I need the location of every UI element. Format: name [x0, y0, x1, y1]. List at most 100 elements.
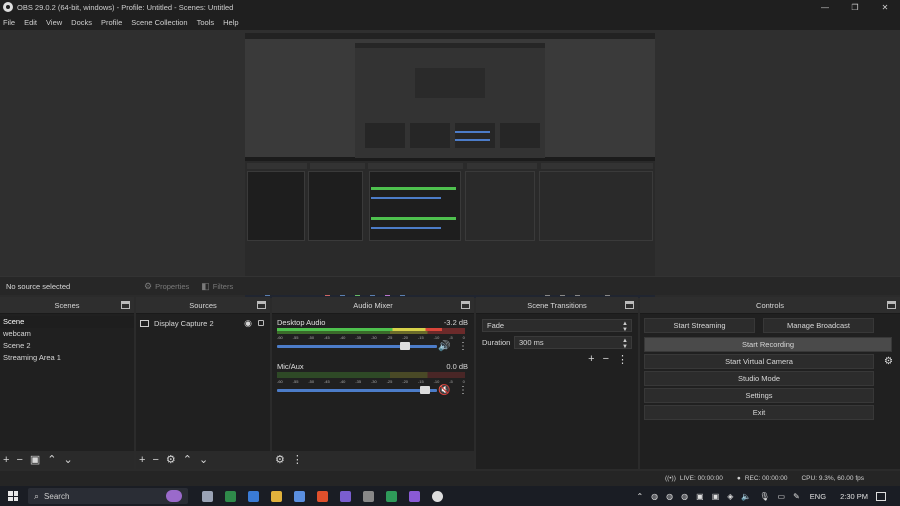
muted-speaker-icon[interactable]: 🔇	[438, 385, 450, 396]
move-down-icon[interactable]: ⌄	[64, 454, 73, 466]
menu-view[interactable]: View	[46, 18, 62, 27]
volume-slider[interactable]	[277, 386, 437, 394]
excel-icon[interactable]	[225, 490, 236, 502]
pen-icon[interactable]: ✎	[793, 492, 800, 501]
move-down-icon[interactable]: ⌄	[199, 454, 208, 466]
notification-icon[interactable]	[876, 491, 886, 501]
start-streaming-button[interactable]: Start Streaming	[644, 318, 755, 333]
menu-docks[interactable]: Docks	[71, 18, 92, 27]
tray-icon[interactable]: ▣	[712, 492, 720, 501]
chevron-up-icon[interactable]: ⌃	[636, 492, 643, 501]
add-scene-icon[interactable]: +	[3, 454, 9, 466]
menu-tools[interactable]: Tools	[197, 18, 215, 27]
menu-profile[interactable]: Profile	[101, 18, 122, 27]
filter-icon: ◧	[201, 280, 210, 291]
tray-icon[interactable]: ◈	[727, 492, 733, 501]
app-icon[interactable]	[386, 490, 397, 502]
menu-help[interactable]: Help	[223, 18, 238, 27]
more-options-icon[interactable]: ⋮	[458, 341, 468, 352]
sources-title: Sources	[189, 300, 217, 310]
exit-button[interactable]: Exit	[644, 405, 874, 420]
undock-icon[interactable]	[625, 301, 634, 309]
advanced-audio-icon[interactable]: ⚙	[275, 454, 285, 466]
properties-button[interactable]: ⚙ Properties	[144, 281, 189, 292]
app-icon[interactable]	[409, 490, 420, 502]
speaker-icon[interactable]: 🔊	[438, 341, 450, 352]
clock[interactable]: 2:30 PM	[840, 492, 868, 501]
more-options-icon[interactable]: ⋮	[292, 454, 303, 466]
mail-icon[interactable]	[248, 490, 259, 502]
studio-mode-button[interactable]: Studio Mode	[644, 371, 874, 386]
app-icon[interactable]	[363, 490, 374, 502]
scene-item[interactable]: webcam	[0, 328, 134, 340]
start-button[interactable]	[4, 486, 22, 506]
gear-icon[interactable]: ⚙	[884, 356, 893, 367]
scene-item[interactable]: Scene	[0, 316, 134, 328]
window-controls: — ❐ ✕	[810, 0, 900, 14]
controls-title: Controls	[756, 300, 784, 310]
transition-select[interactable]: Fade ▲ ▼	[482, 319, 632, 333]
source-item[interactable]: Display Capture 2 ◉	[136, 316, 270, 330]
move-up-icon[interactable]: ⌃	[183, 454, 192, 466]
preview-area[interactable]	[0, 30, 900, 298]
more-options-icon[interactable]: ⋮	[458, 385, 468, 396]
start-recording-button[interactable]: Start Recording	[644, 337, 892, 352]
file-explorer-icon[interactable]	[271, 490, 282, 502]
move-up-icon[interactable]: ⌃	[47, 454, 56, 466]
scene-item[interactable]: Streaming Area 1	[0, 352, 134, 364]
app-icon[interactable]	[340, 490, 351, 502]
source-name: Display Capture 2	[154, 318, 214, 328]
mixer-channel-mic: Mic/Aux 0.0 dB -60 -55 -50 -45 -40 -35 -30 -2…	[272, 358, 474, 402]
remove-scene-icon[interactable]: −	[16, 454, 22, 466]
volume-slider[interactable]	[277, 342, 437, 350]
manage-broadcast-button[interactable]: Manage Broadcast	[763, 318, 874, 333]
more-options-icon[interactable]: ⋮	[617, 353, 628, 366]
scene-item[interactable]: Scene 2	[0, 340, 134, 352]
language-indicator[interactable]: ENG	[810, 492, 826, 501]
remove-source-icon[interactable]: −	[152, 454, 158, 466]
menu-scene-collection[interactable]: Scene Collection	[131, 18, 187, 27]
tray-icon[interactable]: ◍	[651, 492, 658, 501]
transition-toolbar: + − ⋮	[476, 353, 638, 366]
search-highlight-icon	[166, 490, 182, 502]
tray-icon[interactable]: ◍	[666, 492, 673, 501]
start-virtual-camera-button[interactable]: Start Virtual Camera ⚙	[644, 354, 893, 369]
undock-icon[interactable]	[887, 301, 896, 309]
obs-icon[interactable]	[432, 490, 443, 502]
add-transition-icon[interactable]: +	[588, 353, 594, 366]
eye-icon[interactable]: ◉	[244, 318, 252, 329]
minimize-icon[interactable]: —	[810, 0, 840, 14]
undock-icon[interactable]	[257, 301, 266, 309]
undock-icon[interactable]	[461, 301, 470, 309]
brave-icon[interactable]	[317, 490, 328, 502]
filters-button[interactable]: ◧ Filters	[201, 281, 233, 292]
add-source-icon[interactable]: +	[139, 454, 145, 466]
close-icon[interactable]: ✕	[870, 0, 900, 14]
maximize-icon[interactable]: ❐	[840, 0, 870, 14]
taskbar-search[interactable]: ⌕ Search	[28, 488, 188, 504]
store-icon[interactable]	[294, 490, 305, 502]
live-icon: ((•))	[664, 475, 676, 482]
spinner-icon[interactable]: ▲ ▼	[622, 338, 628, 350]
volume-meter	[277, 328, 465, 334]
scene-filter-icon[interactable]: ▣	[30, 454, 40, 466]
scene-transitions-dock: Scene Transitions Fade ▲ ▼ Duration 300 m…	[476, 297, 638, 469]
tray-icon[interactable]: ▣	[696, 492, 704, 501]
tray-icon[interactable]: ▭	[778, 492, 786, 501]
duration-input[interactable]: 300 ms ▲ ▼	[514, 336, 632, 350]
speaker-icon[interactable]: 🔈	[741, 492, 751, 501]
tray-icon[interactable]: ◍	[681, 492, 688, 501]
undock-icon[interactable]	[121, 301, 130, 309]
gear-icon[interactable]: ⚙	[166, 454, 176, 466]
slider-handle[interactable]	[400, 342, 410, 350]
settings-button[interactable]: Settings	[644, 388, 874, 403]
lock-icon[interactable]	[258, 320, 264, 326]
slider-handle[interactable]	[419, 386, 430, 394]
menu-file[interactable]: File	[3, 18, 15, 27]
mic-icon[interactable]: 🎙	[759, 492, 769, 501]
menu-edit[interactable]: Edit	[24, 18, 37, 27]
preview-canvas[interactable]	[245, 33, 655, 298]
task-view-icon[interactable]	[202, 490, 213, 502]
remove-transition-icon[interactable]: −	[603, 353, 609, 366]
channel-name: Mic/Aux	[277, 362, 304, 371]
